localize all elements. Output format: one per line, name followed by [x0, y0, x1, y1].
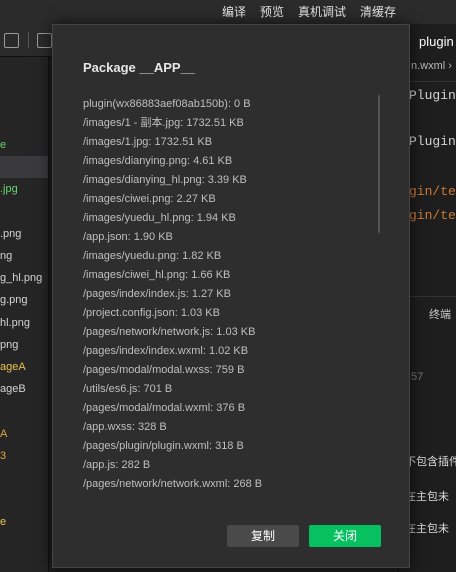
top-menu: 编译 预览 真机调试 清缓存: [222, 3, 456, 20]
menu-item[interactable]: 清缓存: [360, 3, 396, 20]
package-file-row: /pages/index/index.wxml: 1.02 KB: [83, 345, 249, 357]
layout-icon[interactable]: [37, 33, 52, 48]
console-message: 不包含插件: [405, 456, 456, 468]
file-tree-item[interactable]: g.png: [0, 289, 48, 311]
file-tree-item[interactable]: 3: [0, 445, 48, 467]
package-file-row: /project.config.json: 1.03 KB: [83, 307, 220, 319]
menu-item[interactable]: 真机调试: [298, 3, 346, 20]
file-tree-item[interactable]: [0, 201, 48, 223]
top-menu-bar: 编译 预览 真机调试 清缓存: [0, 0, 456, 24]
package-file-row: /pages/plugin/plugin.wxml: 318 B: [83, 440, 244, 452]
file-tree-item[interactable]: ng: [0, 245, 48, 267]
package-file-row: /app.wxss: 328 B: [83, 421, 167, 433]
package-file-row: /images/1 - 副本.jpg: 1732.51 KB: [83, 117, 244, 129]
file-tree-item[interactable]: g_hl.png: [0, 267, 48, 289]
package-file-row: plugin(wx86883aef08ab150b): 0 B: [83, 98, 251, 110]
tab-plugin[interactable]: plugin: [419, 34, 454, 49]
package-file-row: /images/yuedu_hl.png: 1.94 KB: [83, 212, 236, 224]
file-tree-item[interactable]: [0, 489, 48, 511]
package-file-row: /images/dianying_hl.png: 3.39 KB: [83, 174, 247, 186]
package-file-row: /pages/index/index.js: 1.27 KB: [83, 288, 231, 300]
package-file-row: /images/dianying.png: 4.61 KB: [83, 155, 233, 167]
package-file-row: /utils/es6.js: 701 B: [83, 383, 173, 395]
code-line: gin/test: [409, 208, 456, 223]
file-tree-item[interactable]: e: [0, 134, 48, 156]
package-file-row: /pages/network/network.wxml: 268 B: [83, 478, 263, 490]
copy-button[interactable]: 复制: [227, 525, 299, 547]
line-number: 57: [411, 371, 424, 383]
menu-item[interactable]: 预览: [260, 3, 284, 20]
file-tree-item[interactable]: [0, 156, 48, 179]
file-tree-panel: e .jpg .png ng g_hl.png g.png hl.png png ageA age…: [0, 57, 49, 572]
package-file-row: /images/ciwei.png: 2.27 KB: [83, 193, 216, 205]
list-scrollbar[interactable]: [378, 95, 380, 233]
code-line: Plugin: [409, 134, 456, 149]
package-file-row: /images/ciwei_hl.png: 1.66 KB: [83, 269, 231, 281]
file-tree-item[interactable]: png: [0, 334, 48, 356]
dialog-title: Package __APP__: [83, 60, 196, 75]
file-tree-item[interactable]: [0, 467, 48, 489]
code-line: gin/test: [409, 184, 456, 199]
package-info-dialog: Package __APP__ plugin(wx86883aef08ab150…: [52, 24, 410, 568]
file-tree-item[interactable]: e: [0, 511, 48, 533]
code-line: Plugin: [409, 88, 456, 103]
file-tree-item[interactable]: [0, 400, 48, 422]
package-file-row: /pages/network/network.js: 1.03 KB: [83, 326, 256, 338]
breadcrumb[interactable]: n.wxml ›: [411, 60, 452, 72]
package-file-list: plugin(wx86883aef08ab150b): 0 B/images/1…: [83, 95, 383, 494]
file-tree-item[interactable]: .jpg: [0, 178, 48, 200]
file-tree-item[interactable]: ageB: [0, 378, 48, 400]
close-button[interactable]: 关闭: [309, 525, 381, 547]
package-file-row: /app.json: 1.90 KB: [83, 231, 173, 243]
tab-terminal[interactable]: 终端: [429, 306, 451, 322]
new-folder-icon[interactable]: [4, 33, 19, 48]
menu-item[interactable]: 编译: [222, 3, 246, 20]
package-file-row: /pages/modal/modal.wxml: 376 B: [83, 402, 246, 414]
file-tree-item[interactable]: hl.png: [0, 312, 48, 334]
package-file-row: /pages/modal/modal.wxss: 759 B: [83, 364, 245, 376]
file-tree-item[interactable]: ageA: [0, 356, 48, 378]
package-file-row: /images/yuedu.png: 1.82 KB: [83, 250, 222, 262]
console-message: 在主包未: [405, 523, 449, 535]
console-message: 在主包未: [405, 491, 449, 503]
toolbar-divider: [28, 32, 29, 48]
file-tree-item[interactable]: A: [0, 423, 48, 445]
package-file-row: /images/1.jpg: 1732.51 KB: [83, 136, 213, 148]
package-file-row: /app.js: 282 B: [83, 459, 151, 471]
file-tree-item[interactable]: .png: [0, 223, 48, 245]
